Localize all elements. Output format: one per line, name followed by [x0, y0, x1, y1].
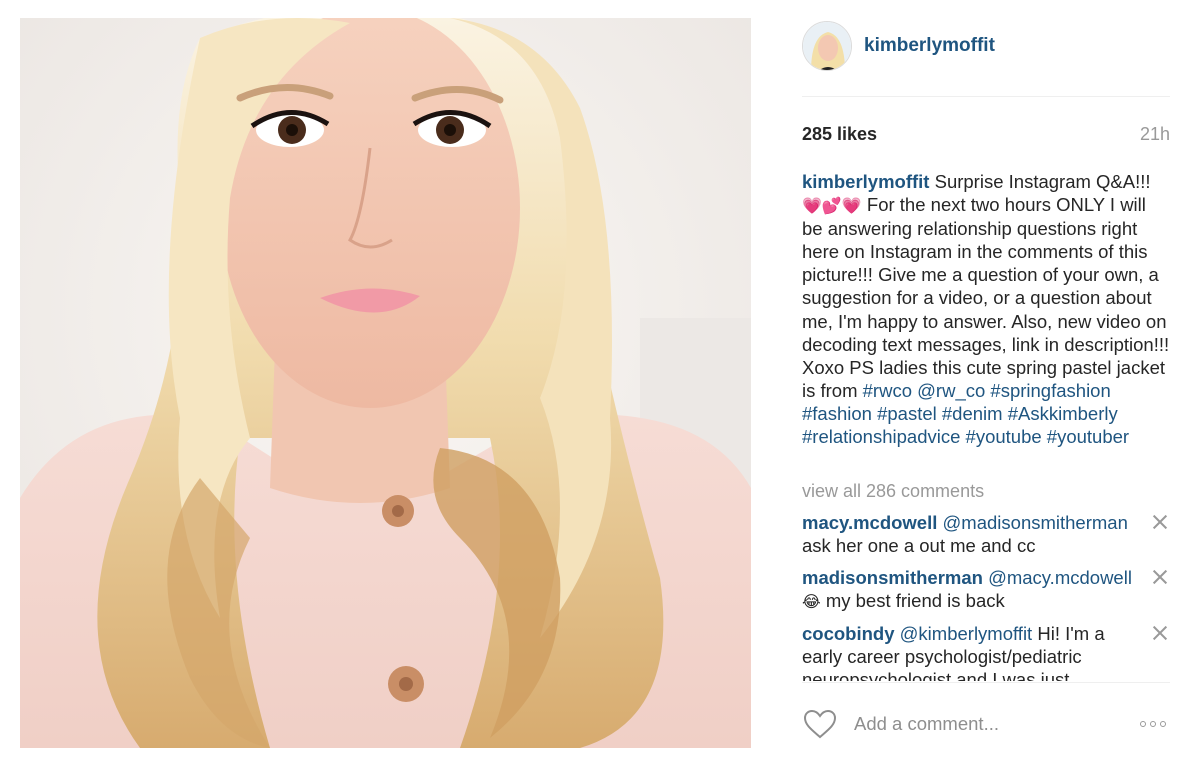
dot-icon: [1160, 721, 1166, 727]
comment-item: madisonsmitherman @macy.mcdowell 😂 my be…: [802, 566, 1170, 613]
post-photo[interactable]: [20, 18, 751, 748]
dot-icon: [1150, 721, 1156, 727]
comment-item: macy.mcdowell @madisonsmitherman ask her…: [802, 511, 1170, 557]
likes-count[interactable]: 285 likes: [802, 124, 877, 145]
hashtag-link[interactable]: #youtuber: [1047, 426, 1129, 447]
hashtag-link[interactable]: #Askkimberly: [1008, 403, 1118, 424]
more-options-icon[interactable]: [1136, 717, 1170, 731]
post-caption: kimberlymoffit Surprise Instagram Q&A!!!…: [802, 170, 1170, 448]
caption-emoji: 💗💕💗: [802, 196, 862, 216]
comment-mention[interactable]: @madisonsmitherman: [943, 512, 1128, 533]
likes-row: 285 likes 21h: [802, 122, 1170, 146]
selfie-photo: [20, 18, 751, 748]
comment-username[interactable]: madisonsmitherman: [802, 567, 983, 588]
caption-text: Surprise Instagram Q&A!!!: [934, 171, 1151, 192]
hashtag-link[interactable]: #fashion: [802, 403, 872, 424]
hashtag-link[interactable]: #pastel: [877, 403, 937, 424]
add-comment-input[interactable]: [852, 712, 1116, 736]
post-author-username[interactable]: kimberlymoffit: [864, 35, 995, 57]
hashtag-link[interactable]: #denim: [942, 403, 1003, 424]
post-timestamp[interactable]: 21h: [1140, 124, 1170, 145]
heart-icon[interactable]: [802, 708, 838, 740]
dot-icon: [1140, 721, 1146, 727]
comment-text: ask her one a out me and cc: [802, 535, 1036, 556]
view-all-comments-link[interactable]: view all 286 comments: [802, 481, 984, 502]
footer-divider: [802, 682, 1170, 683]
comment-mention[interactable]: @kimberlymoffit: [900, 623, 1033, 644]
close-icon[interactable]: [1152, 569, 1168, 585]
close-icon[interactable]: [1152, 514, 1168, 530]
comment-mention[interactable]: @macy.mcdowell: [988, 567, 1132, 588]
caption-text: For the next two hours ONLY I will be an…: [802, 194, 1170, 401]
close-icon[interactable]: [1152, 625, 1168, 641]
caption-username[interactable]: kimberlymoffit: [802, 171, 929, 192]
header-divider: [802, 96, 1170, 97]
post-details-panel: kimberlymoffit 285 likes 21h kimberlymof…: [802, 0, 1170, 764]
avatar[interactable]: [802, 21, 852, 71]
comments-list[interactable]: macy.mcdowell @madisonsmitherman ask her…: [802, 511, 1170, 681]
post-header: kimberlymoffit: [802, 20, 1170, 72]
comment-item: cocobindy @kimberlymoffit Hi! I'm a earl…: [802, 622, 1170, 681]
hashtag-link[interactable]: #rwco: [863, 380, 912, 401]
comment-username[interactable]: macy.mcdowell: [802, 512, 937, 533]
hashtag-link[interactable]: #relationshipadvice: [802, 426, 960, 447]
comment-text: my best friend is back: [825, 590, 1005, 611]
comment-emoji: 😂: [802, 592, 821, 611]
mention-link[interactable]: @rw_co: [917, 380, 985, 401]
hashtag-link[interactable]: #youtube: [966, 426, 1042, 447]
hashtag-link[interactable]: #springfashion: [990, 380, 1110, 401]
comment-footer: [802, 702, 1170, 746]
comment-username[interactable]: cocobindy: [802, 623, 895, 644]
